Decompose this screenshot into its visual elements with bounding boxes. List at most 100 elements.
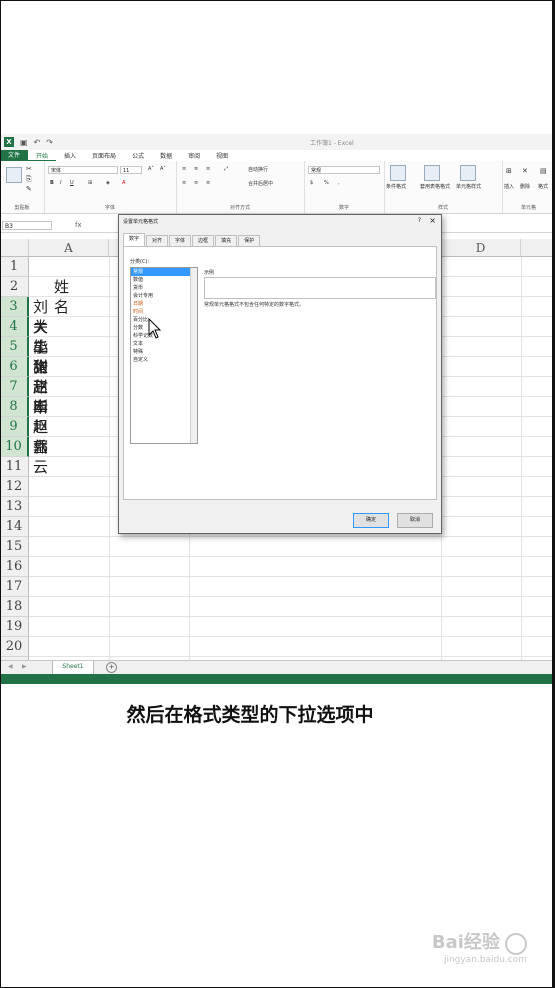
sheet-tab-sheet1[interactable]: Sheet1 — [52, 661, 94, 675]
row-header-7[interactable]: 7 — [0, 377, 29, 397]
row-header-14[interactable]: 14 — [0, 517, 29, 537]
row-header-12[interactable]: 12 — [0, 477, 29, 497]
category-item-time[interactable]: 时间 — [131, 308, 197, 316]
align-center-icon[interactable]: ≡ — [194, 180, 198, 186]
category-item-custom[interactable]: 自定义 — [131, 356, 197, 364]
tab-review[interactable]: 审阅 — [180, 151, 208, 160]
category-item-currency[interactable]: 货币 — [131, 284, 197, 292]
category-item-accounting[interactable]: 会计专用 — [131, 292, 197, 300]
category-item-special[interactable]: 特殊 — [131, 348, 197, 356]
wrap-text-button[interactable]: 自动换行 — [248, 166, 268, 173]
cell-a2[interactable]: 姓名 — [54, 277, 69, 317]
row-header-3[interactable]: 3 — [0, 297, 29, 317]
tab-border[interactable]: 边框 — [192, 235, 215, 246]
row-header-15[interactable]: 15 — [0, 537, 29, 557]
currency-icon[interactable]: $ — [310, 180, 313, 186]
bold-icon[interactable]: B — [50, 180, 54, 186]
undo-icon[interactable]: ↶ — [34, 138, 41, 147]
row-header-19[interactable]: 19 — [0, 617, 29, 637]
row-header-16[interactable]: 16 — [0, 557, 29, 577]
tab-insert[interactable]: 插入 — [56, 151, 84, 160]
help-icon[interactable]: ? — [418, 217, 421, 224]
row-header-2[interactable]: 2 — [0, 277, 29, 297]
add-sheet-icon[interactable]: + — [106, 662, 117, 673]
tab-view[interactable]: 视图 — [208, 151, 236, 160]
paste-icon[interactable] — [6, 167, 22, 183]
percent-icon[interactable]: % — [324, 180, 329, 186]
tab-home[interactable]: 开始 — [28, 151, 57, 161]
align-middle-icon[interactable]: ≡ — [194, 166, 198, 172]
number-format-select[interactable]: 常规 — [308, 166, 380, 174]
row-header-1[interactable]: 1 — [0, 257, 29, 277]
merge-center-button[interactable]: 合并后居中 — [248, 180, 273, 187]
italic-icon[interactable]: I — [60, 180, 61, 186]
orientation-icon[interactable]: ⤢ — [224, 166, 228, 172]
cell-a10[interactable]: 岳云 — [33, 437, 48, 477]
category-scrollbar[interactable] — [190, 268, 197, 443]
row-header-20[interactable]: 20 — [0, 637, 29, 657]
column-header-d[interactable]: D — [441, 239, 521, 257]
tab-file[interactable]: 文件 — [0, 150, 29, 161]
tab-font[interactable]: 字体 — [169, 235, 192, 246]
insert-cells-button[interactable]: 插入 — [504, 183, 514, 190]
row-header-18[interactable]: 18 — [0, 597, 29, 617]
tab-scroll-right-icon[interactable]: ▶ — [22, 663, 27, 670]
copy-icon[interactable]: ⎘ — [26, 175, 32, 184]
close-icon[interactable]: × — [429, 216, 436, 225]
row-header-6[interactable]: 6 — [0, 357, 29, 377]
category-item-date[interactable]: 日期 — [131, 300, 197, 308]
tab-scroll-left-icon[interactable]: ◀ — [8, 663, 13, 670]
row-header-17[interactable]: 17 — [0, 577, 29, 597]
tab-alignment[interactable]: 对齐 — [146, 235, 169, 246]
cell-styles-button[interactable]: 单元格样式 — [456, 183, 481, 190]
category-item-fraction[interactable]: 分数 — [131, 324, 197, 332]
tab-data[interactable]: 数据 — [152, 151, 180, 160]
category-item-text[interactable]: 文本 — [131, 340, 197, 348]
name-box[interactable]: B3 — [2, 221, 52, 230]
cut-icon[interactable]: ✂ — [26, 165, 32, 173]
tab-formulas[interactable]: 公式 — [124, 151, 152, 160]
fx-icon[interactable]: fx — [75, 221, 82, 229]
border-icon[interactable]: ⊞ — [88, 180, 92, 186]
font-size-select[interactable]: 11 — [120, 166, 142, 174]
align-bottom-icon[interactable]: ≡ — [206, 166, 210, 172]
shrink-font-icon[interactable]: A˅ — [160, 166, 166, 172]
format-cells-button[interactable]: 格式 — [538, 183, 548, 190]
category-list[interactable]: 常规 数值 货币 会计专用 日期 时间 百分比 分数 科学记数 文本 特殊 自定… — [130, 267, 198, 444]
conditional-format-button[interactable]: 条件格式 — [386, 183, 406, 190]
font-name-select[interactable]: 宋体 — [48, 166, 118, 174]
ok-button[interactable]: 确定 — [353, 513, 389, 528]
tab-number[interactable]: 数字 — [123, 233, 146, 246]
grow-font-icon[interactable]: A˄ — [148, 166, 154, 172]
redo-icon[interactable]: ↷ — [46, 138, 53, 147]
row-header-4[interactable]: 4 — [0, 317, 29, 337]
row-header-10[interactable]: 10 — [0, 437, 29, 457]
row-header-5[interactable]: 5 — [0, 337, 29, 357]
row-header-8[interactable]: 8 — [0, 397, 29, 417]
cell-styles-icon[interactable] — [460, 165, 476, 181]
fill-color-icon[interactable]: ◈ — [106, 180, 110, 186]
format-painter-icon[interactable]: ✎ — [26, 185, 32, 193]
underline-icon[interactable]: U — [70, 180, 74, 186]
tab-page-layout[interactable]: 页面布局 — [84, 151, 124, 160]
tab-fill[interactable]: 填充 — [215, 235, 238, 246]
row-header-9[interactable]: 9 — [0, 417, 29, 437]
tab-protection[interactable]: 保护 — [238, 235, 261, 246]
align-right-icon[interactable]: ≡ — [206, 180, 210, 186]
select-all-corner[interactable] — [0, 239, 29, 257]
category-item-percentage[interactable]: 百分比 — [131, 316, 197, 324]
row-header-13[interactable]: 13 — [0, 497, 29, 517]
table-format-icon[interactable] — [424, 165, 440, 181]
column-header-a[interactable]: A — [29, 239, 109, 257]
save-icon[interactable]: ▣ — [20, 138, 28, 147]
conditional-format-icon[interactable] — [390, 165, 406, 181]
align-left-icon[interactable]: ≡ — [182, 180, 186, 186]
comma-icon[interactable]: , — [338, 180, 340, 186]
category-item-number[interactable]: 数值 — [131, 276, 197, 284]
cancel-button[interactable]: 取消 — [397, 513, 433, 528]
column-header-e[interactable] — [521, 239, 555, 257]
table-format-button[interactable]: 套用表格格式 — [420, 183, 450, 190]
font-color-icon[interactable]: A — [122, 180, 125, 186]
delete-cells-button[interactable]: 删除 — [520, 183, 530, 190]
align-top-icon[interactable]: ≡ — [182, 166, 186, 172]
